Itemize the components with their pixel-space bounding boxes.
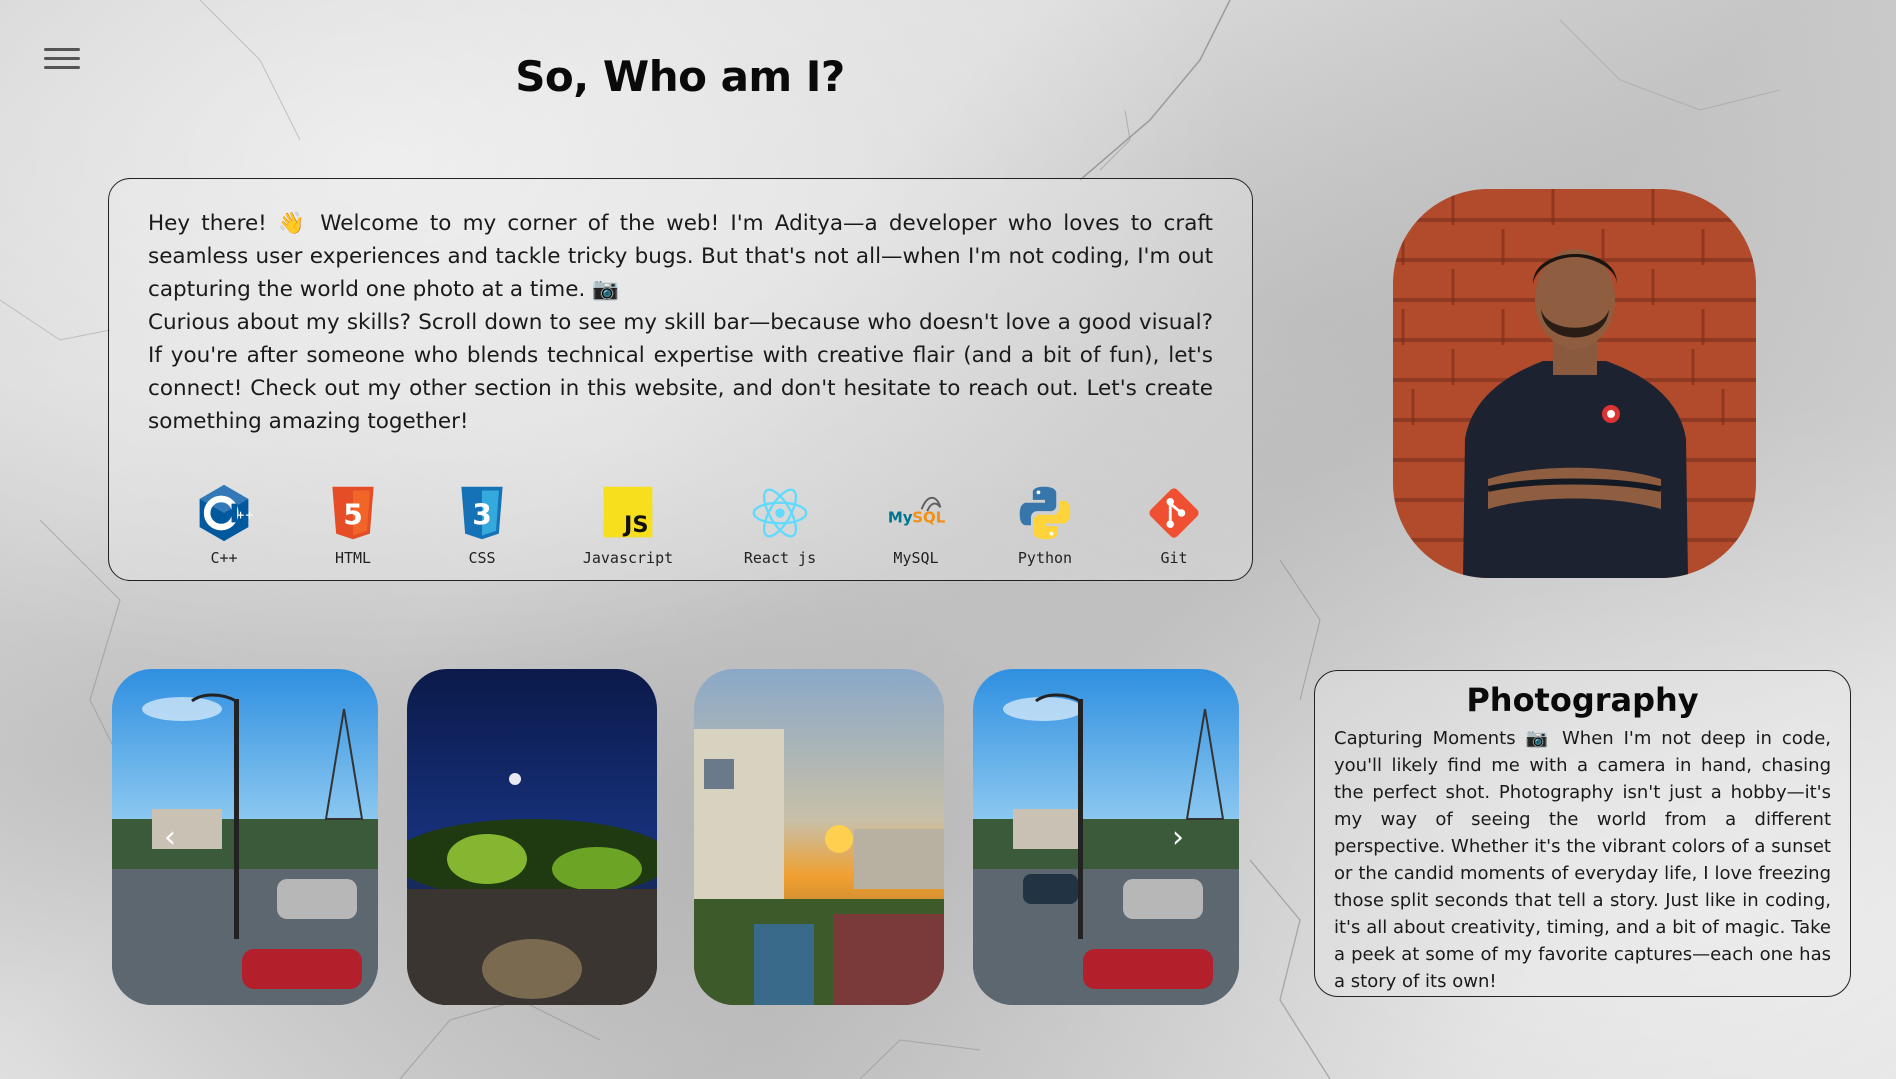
cpp-logo-icon: ++ <box>199 484 253 542</box>
skill-git: Git <box>1119 483 1229 567</box>
css3-logo-icon: 3 <box>461 486 503 540</box>
profile-portrait <box>1401 189 1725 578</box>
python-logo-icon <box>1019 486 1071 540</box>
about-card: Hey there! 👋 Welcome to my corner of the… <box>108 178 1253 581</box>
sunset-rooftop-photo <box>694 669 944 1005</box>
carousel-next-button[interactable]: › <box>1160 819 1196 855</box>
svg-text:5: 5 <box>343 498 363 531</box>
svg-text:++: ++ <box>236 510 253 522</box>
photography-card: Photography Capturing Moments 📷 When I'm… <box>1314 670 1851 997</box>
svg-text:JS: JS <box>622 512 649 538</box>
skill-label: MySQL <box>893 549 939 567</box>
chevron-right-icon: › <box>1172 819 1184 855</box>
about-paragraph-intro: Hey there! 👋 Welcome to my corner of the… <box>148 211 1213 302</box>
git-logo-icon <box>1149 488 1199 538</box>
chevron-left-icon: ‹ <box>164 819 176 855</box>
profile-photo <box>1393 189 1756 578</box>
skill-javascript: JS Javascript <box>573 483 683 567</box>
photo-carousel: ‹ › <box>110 669 1242 1005</box>
night-park-photo <box>407 669 657 1005</box>
skill-label: C++ <box>210 549 238 567</box>
skill-label: CSS <box>468 549 496 567</box>
skill-css: 3 CSS <box>427 483 537 567</box>
carousel-slide[interactable] <box>407 669 657 1005</box>
html5-logo-icon: 5 <box>332 486 374 540</box>
skills-row: ++ C++ 5 HTML 3 CSS JS Javascript React … <box>149 483 1212 573</box>
skill-python: Python <box>990 483 1100 567</box>
carousel-slide[interactable] <box>973 669 1239 1005</box>
svg-text:My: My <box>888 508 913 526</box>
menu-line <box>44 57 80 60</box>
carousel-prev-button[interactable]: ‹ <box>152 819 188 855</box>
menu-line <box>44 66 80 69</box>
skill-react: React js <box>725 483 835 567</box>
photography-text: Capturing Moments 📷 When I'm not deep in… <box>1334 728 1831 992</box>
svg-text:3: 3 <box>472 498 492 531</box>
page-title: So, Who am I? <box>515 52 845 101</box>
carousel-slide[interactable] <box>694 669 944 1005</box>
skill-html: 5 HTML <box>298 483 408 567</box>
svg-text:SQL: SQL <box>912 508 946 526</box>
photography-heading: Photography <box>1466 681 1699 719</box>
hamburger-menu-icon[interactable] <box>44 48 80 74</box>
skill-label: HTML <box>334 549 372 567</box>
skill-label: Python <box>1017 549 1073 567</box>
skill-label: Git <box>1160 549 1188 567</box>
skill-label: React js <box>743 549 817 567</box>
about-paragraph-skills: Curious about my skills? Scroll down to … <box>148 310 1213 434</box>
menu-line <box>44 48 80 51</box>
javascript-logo-icon: JS <box>603 486 653 538</box>
skill-label: Javascript <box>582 549 674 567</box>
react-logo-icon <box>752 488 808 538</box>
rainy-street-photo <box>973 669 1239 1005</box>
skill-cpp: ++ C++ <box>169 483 279 567</box>
skill-mysql: My SQL MySQL <box>861 483 971 567</box>
mysql-logo-icon: My SQL <box>888 496 946 526</box>
